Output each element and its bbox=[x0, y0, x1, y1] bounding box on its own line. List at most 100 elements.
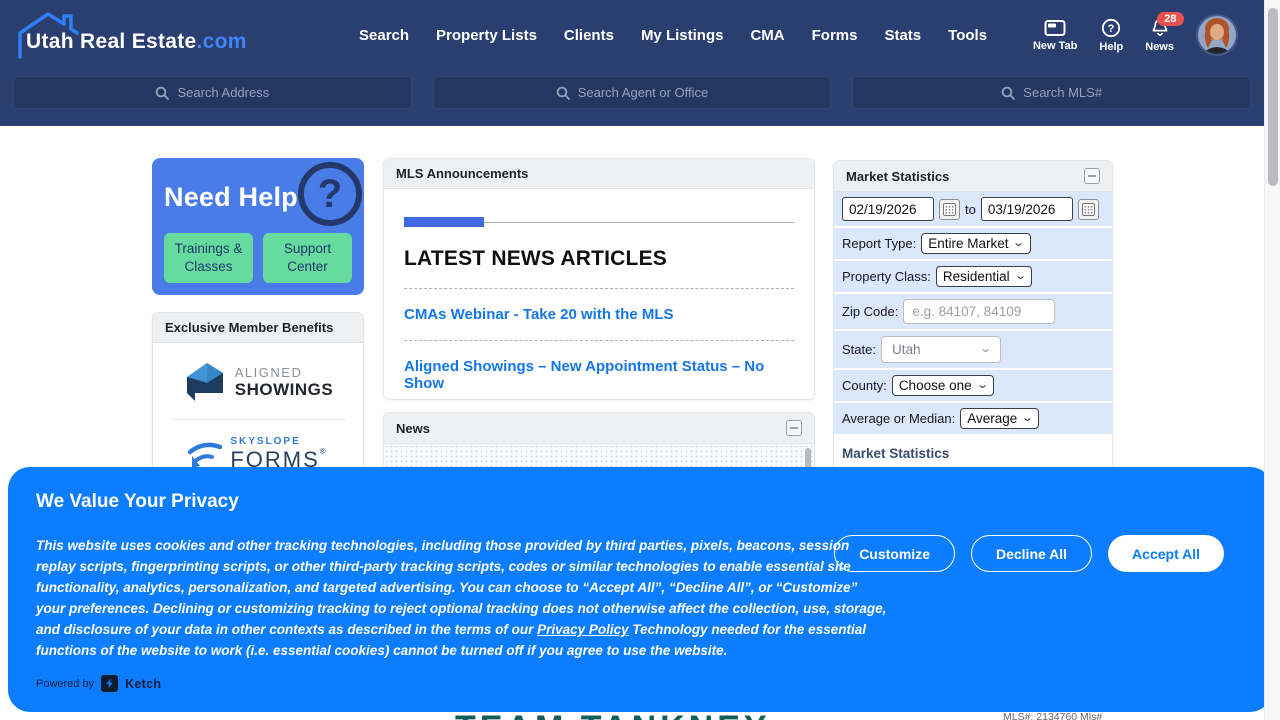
average-median-select[interactable]: Average⌄ bbox=[960, 408, 1039, 429]
chevron-down-icon: ⌄ bbox=[1014, 271, 1027, 282]
need-help-card: ? Need Help Trainings & Classes Support … bbox=[152, 158, 364, 295]
search-agent-placeholder: Search Agent or Office bbox=[578, 85, 709, 100]
cookie-banner-buttons: Customize Decline All Accept All bbox=[834, 535, 1224, 572]
site-logo[interactable]: Utah Real Estate.com bbox=[16, 7, 231, 63]
cookie-banner-title: We Value Your Privacy bbox=[36, 491, 239, 513]
mls-announcements-card: MLS Announcements LATEST NEWS ARTICLES C… bbox=[383, 158, 815, 400]
county-row: County: Choose one⌄ bbox=[834, 370, 1112, 401]
nav-forms[interactable]: Forms bbox=[812, 27, 858, 44]
news-card-header: News bbox=[384, 413, 814, 444]
date-to-input[interactable]: 03/19/2026 bbox=[981, 197, 1073, 221]
news-article-link[interactable]: CMAs Webinar - Take 20 with the MLS bbox=[404, 306, 794, 323]
news-button[interactable]: 28 News bbox=[1145, 18, 1174, 53]
market-statistics-header: Market Statistics bbox=[834, 161, 1112, 192]
top-navigation-bar: Utah Real Estate.com Search Property Lis… bbox=[0, 0, 1264, 126]
support-center-button[interactable]: Support Center bbox=[263, 233, 352, 283]
accept-all-button[interactable]: Accept All bbox=[1108, 535, 1224, 572]
new-tab-button[interactable]: New Tab bbox=[1033, 19, 1077, 52]
registered-mark: ® bbox=[320, 447, 328, 456]
nav-stats[interactable]: Stats bbox=[884, 27, 921, 44]
privacy-policy-link[interactable]: Privacy Policy bbox=[537, 622, 629, 637]
market-statistics-title: Market Statistics bbox=[846, 169, 949, 184]
calendar-icon[interactable] bbox=[939, 199, 960, 220]
search-agent-office-input[interactable]: Search Agent or Office bbox=[433, 76, 832, 109]
search-icon bbox=[556, 86, 570, 100]
help-label: Help bbox=[1099, 41, 1123, 53]
collapse-icon[interactable] bbox=[1084, 168, 1100, 184]
report-type-row: Report Type: Entire Market⌄ bbox=[834, 228, 1112, 259]
county-select[interactable]: Choose one⌄ bbox=[892, 375, 994, 396]
page-scrollbar-thumb[interactable] bbox=[1268, 8, 1278, 186]
mls-announcements-header: MLS Announcements bbox=[384, 159, 814, 189]
aligned-showings-logo[interactable]: ALIGNED SHOWINGS bbox=[153, 343, 363, 419]
dashed-divider bbox=[404, 340, 794, 341]
property-class-select[interactable]: Residential⌄ bbox=[936, 266, 1032, 287]
aligned-line1: ALIGNED bbox=[235, 365, 333, 380]
logo-text: Utah Real Estate.com bbox=[26, 30, 247, 54]
trainings-classes-button[interactable]: Trainings & Classes bbox=[164, 233, 253, 283]
search-icon bbox=[1001, 86, 1015, 100]
member-benefits-header: Exclusive Member Benefits bbox=[153, 313, 363, 343]
user-avatar[interactable] bbox=[1196, 14, 1238, 56]
report-type-label: Report Type: bbox=[842, 236, 916, 251]
powered-by-ketch[interactable]: Powered by Ketch bbox=[36, 675, 161, 692]
decline-all-button[interactable]: Decline All bbox=[971, 535, 1092, 572]
chevron-down-icon: ⌄ bbox=[976, 380, 989, 391]
latest-news-heading: LATEST NEWS ARTICLES bbox=[404, 247, 794, 271]
county-label: County: bbox=[842, 378, 887, 393]
search-address-input[interactable]: Search Address bbox=[13, 76, 412, 109]
date-to-label: to bbox=[965, 202, 976, 217]
avatar-photo bbox=[1198, 16, 1236, 54]
logo-dotcom: .com bbox=[197, 30, 247, 53]
main-nav: Search Property Lists Clients My Listing… bbox=[359, 27, 987, 44]
skyslope-line1: SKYSLOPE bbox=[230, 436, 327, 447]
aligned-showings-icon bbox=[183, 359, 227, 405]
new-tab-icon bbox=[1044, 19, 1066, 37]
state-select[interactable]: Utah⌄ bbox=[881, 336, 1001, 363]
nav-property-lists[interactable]: Property Lists bbox=[436, 27, 537, 44]
property-class-label: Property Class: bbox=[842, 269, 931, 284]
help-icon: ? bbox=[1101, 18, 1121, 38]
date-range-row: 02/19/2026 to 03/19/2026 bbox=[834, 192, 1112, 226]
ketch-icon bbox=[101, 675, 118, 692]
nav-cma[interactable]: CMA bbox=[750, 27, 784, 44]
collapse-icon[interactable] bbox=[786, 420, 802, 436]
page-scrollbar-track[interactable] bbox=[1264, 0, 1280, 720]
chevron-down-icon: ⌄ bbox=[1013, 238, 1026, 249]
customize-button[interactable]: Customize bbox=[834, 535, 955, 572]
calendar-icon[interactable] bbox=[1078, 199, 1099, 220]
carousel-progress-bar bbox=[404, 217, 484, 227]
date-from-input[interactable]: 02/19/2026 bbox=[842, 197, 934, 221]
search-mls-placeholder: Search MLS# bbox=[1023, 85, 1102, 100]
zip-code-row: Zip Code: bbox=[834, 294, 1112, 329]
ketch-brand-name: Ketch bbox=[125, 677, 161, 691]
results-title: Market Statistics bbox=[842, 446, 1104, 461]
carousel-progress bbox=[404, 217, 794, 227]
average-median-label: Average or Median: bbox=[842, 411, 955, 426]
dashed-divider bbox=[404, 288, 794, 289]
aligned-line2: SHOWINGS bbox=[235, 380, 333, 400]
header-actions: New Tab ? Help 28 News bbox=[1033, 14, 1238, 56]
average-median-row: Average or Median: Average⌄ bbox=[834, 403, 1112, 434]
nav-clients[interactable]: Clients bbox=[564, 27, 614, 44]
cookie-banner-text: This website uses cookies and other trac… bbox=[36, 535, 888, 661]
nav-tools[interactable]: Tools bbox=[948, 27, 987, 44]
nav-my-listings[interactable]: My Listings bbox=[641, 27, 724, 44]
chevron-down-icon: ⌄ bbox=[1021, 413, 1034, 424]
svg-text:?: ? bbox=[1108, 23, 1115, 35]
search-mls-input[interactable]: Search MLS# bbox=[852, 76, 1251, 109]
zip-code-input[interactable] bbox=[903, 299, 1055, 324]
mls-announcements-title: MLS Announcements bbox=[396, 166, 528, 181]
help-button[interactable]: ? Help bbox=[1099, 18, 1123, 53]
new-tab-label: New Tab bbox=[1033, 40, 1077, 52]
nav-search[interactable]: Search bbox=[359, 27, 409, 44]
mls-number-partial: MLS#: 2134760 Mls# bbox=[1003, 711, 1102, 720]
member-benefits-title: Exclusive Member Benefits bbox=[165, 320, 333, 335]
report-type-select[interactable]: Entire Market⌄ bbox=[921, 233, 1031, 254]
news-label: News bbox=[1145, 41, 1174, 53]
skyslope-icon bbox=[188, 440, 222, 470]
search-address-placeholder: Search Address bbox=[177, 85, 269, 100]
need-help-title: Need Help bbox=[164, 182, 352, 213]
news-article-link[interactable]: Aligned Showings – New Appointment Statu… bbox=[404, 358, 794, 392]
search-icon bbox=[155, 86, 169, 100]
